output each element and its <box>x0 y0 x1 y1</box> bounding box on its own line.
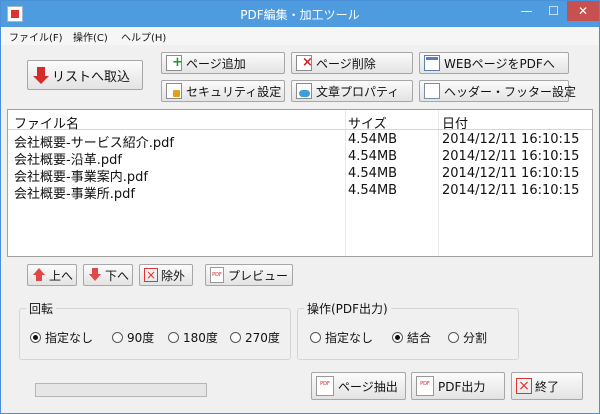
remove-button[interactable]: × 除外 <box>139 264 193 286</box>
radio <box>310 332 321 343</box>
import-list-button[interactable]: リストへ取込 <box>27 60 143 90</box>
file-date: 2014/12/11 16:10:15 <box>442 183 580 198</box>
rotation-group-title: 回転 <box>26 300 57 317</box>
column-header-name[interactable]: ファイル名 <box>14 113 79 132</box>
table-row[interactable]: 会社概要-事業案内.pdf 4.54MB 2014/12/11 16:10:15 <box>8 166 592 185</box>
operation-option-split[interactable]: 分割 <box>448 329 487 346</box>
table-row[interactable]: 会社概要-サービス紹介.pdf 4.54MB 2014/12/11 16:10:… <box>8 132 592 151</box>
maximize-button[interactable]: ☐ <box>540 1 567 21</box>
rotation-group: 回転 指定なし 90度 180度 270度 <box>19 300 291 360</box>
file-size: 4.54MB <box>348 166 398 181</box>
header-footer-button[interactable]: ヘッダー・フッター設定 <box>419 80 576 102</box>
operation-option-merge[interactable]: 結合 <box>392 329 431 346</box>
file-date: 2014/12/11 16:10:15 <box>442 132 580 147</box>
column-header-size[interactable]: サイズ <box>348 113 387 132</box>
rotation-option-270[interactable]: 270度 <box>230 329 280 346</box>
properties-icon <box>296 83 312 99</box>
column-header-date[interactable]: 日付 <box>442 113 468 132</box>
radio <box>448 332 459 343</box>
window-title: PDF編集・加工ツール <box>240 8 360 22</box>
table-row[interactable]: 会社概要-沿革.pdf 4.54MB 2014/12/11 16:10:15 <box>8 149 592 168</box>
file-list[interactable]: ファイル名 サイズ 日付 会社概要-サービス紹介.pdf 4.54MB 2014… <box>7 109 593 257</box>
file-size: 4.54MB <box>348 132 398 147</box>
radio <box>168 332 179 343</box>
add-page-button[interactable]: ページ追加 <box>161 52 285 74</box>
preview-button[interactable]: PDF プレビュー <box>205 264 293 286</box>
rotation-option-none[interactable]: 指定なし <box>30 329 93 346</box>
remove-icon: × <box>144 268 158 282</box>
document-properties-button[interactable]: 文章プロパティ <box>291 80 413 102</box>
rotation-option-180[interactable]: 180度 <box>168 329 218 346</box>
operation-option-none[interactable]: 指定なし <box>310 329 373 346</box>
web-page-icon <box>424 55 440 71</box>
table-header: ファイル名 サイズ 日付 <box>8 110 592 132</box>
move-up-button[interactable]: 上へ <box>27 264 77 286</box>
add-page-icon <box>166 55 183 71</box>
file-size: 4.54MB <box>348 183 398 198</box>
web-to-pdf-button[interactable]: WEBページをPDFへ <box>419 52 569 74</box>
title-bar[interactable]: PDF編集・加工ツール — ☐ ✕ <box>1 1 599 27</box>
arrow-down-icon <box>88 268 102 282</box>
exit-button[interactable]: × 終了 <box>511 372 583 400</box>
radio-selected <box>392 332 403 343</box>
file-date: 2014/12/11 16:10:15 <box>442 149 580 164</box>
pdf-output-button[interactable]: PDF PDF出力 <box>411 372 505 400</box>
arrow-up-icon <box>32 268 46 282</box>
pdf-icon: PDF <box>210 267 224 283</box>
menu-operation[interactable]: 操作(C) <box>73 29 108 44</box>
exit-icon: × <box>516 378 532 394</box>
menu-bar: ファイル(F) 操作(C) ヘルプ(H) <box>1 27 599 45</box>
table-row[interactable]: 会社概要-事業所.pdf 4.54MB 2014/12/11 16:10:15 <box>8 183 592 202</box>
security-settings-button[interactable]: セキュリティ設定 <box>161 80 285 102</box>
radio-selected <box>30 332 41 343</box>
move-down-button[interactable]: 下へ <box>83 264 133 286</box>
close-button[interactable]: ✕ <box>567 1 599 21</box>
rotation-option-90[interactable]: 90度 <box>112 329 154 346</box>
lock-icon <box>166 83 182 99</box>
pdf-output-icon: PDF <box>416 376 434 396</box>
page-icon <box>424 83 440 99</box>
minimize-button[interactable]: — <box>513 1 540 21</box>
import-arrow-icon <box>32 67 49 84</box>
extract-pages-button[interactable]: PDF ページ抽出 <box>311 372 406 400</box>
radio <box>112 332 123 343</box>
menu-help[interactable]: ヘルプ(H) <box>121 29 166 44</box>
file-name: 会社概要-事業所.pdf <box>14 187 135 202</box>
progress-bar <box>35 383 207 397</box>
file-size: 4.54MB <box>348 149 398 164</box>
operation-group-title: 操作(PDF出力) <box>304 300 391 317</box>
menu-file[interactable]: ファイル(F) <box>9 29 63 44</box>
delete-page-icon <box>296 55 313 71</box>
extract-pages-icon: PDF <box>316 376 334 396</box>
app-window: PDF編集・加工ツール — ☐ ✕ ファイル(F) 操作(C) ヘルプ(H) リ… <box>0 0 600 414</box>
delete-page-button[interactable]: ページ削除 <box>291 52 413 74</box>
operation-group: 操作(PDF出力) 指定なし 結合 分割 <box>297 300 519 360</box>
file-date: 2014/12/11 16:10:15 <box>442 166 580 181</box>
radio <box>230 332 241 343</box>
